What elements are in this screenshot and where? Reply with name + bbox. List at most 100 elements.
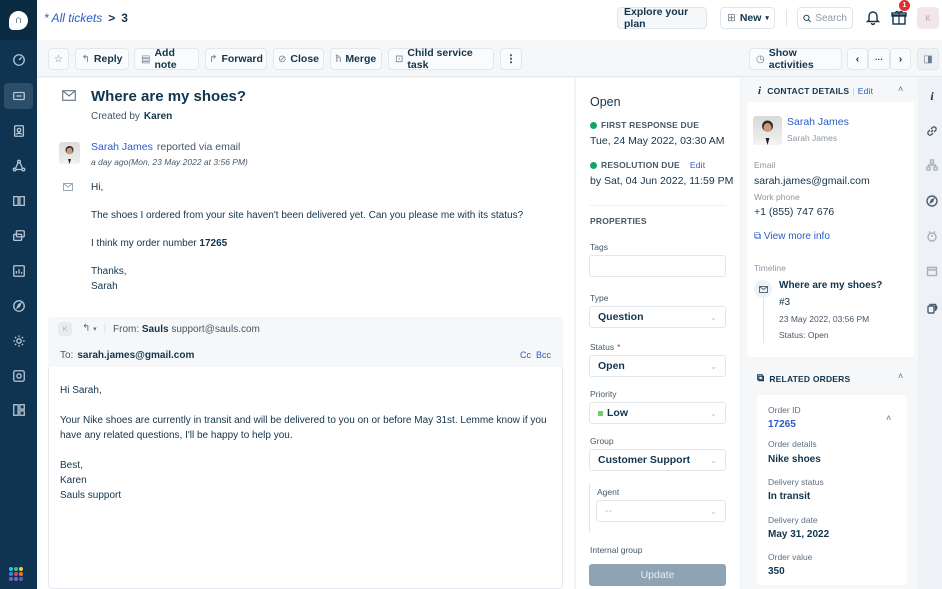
prev-ticket-button[interactable]: ‹ <box>847 48 868 70</box>
breadcrumb-separator: > <box>108 11 116 25</box>
reply-team: Sauls support <box>60 490 122 501</box>
message-order-line: I think my order number 17265 <box>91 238 227 249</box>
email-source-icon <box>63 183 73 191</box>
add-note-button[interactable]: ▤ Add note <box>134 47 199 71</box>
new-button[interactable]: ⊞ New ▾ <box>720 7 775 29</box>
search-placeholder: Search <box>815 12 847 24</box>
update-button[interactable]: Update <box>589 564 726 586</box>
timeline-label: Timeline <box>754 263 786 273</box>
group-select[interactable]: Customer Support ⌄ <box>589 449 726 471</box>
explore-plan-button[interactable]: Explore your plan <box>617 6 707 30</box>
breadcrumb-all-tickets[interactable]: * All tickets <box>44 11 102 25</box>
from-field[interactable]: From: Sauls support@sauls.com <box>113 324 260 335</box>
report-icon <box>12 265 25 277</box>
bcc-link[interactable]: Bcc <box>536 350 551 360</box>
cc-link[interactable]: Cc <box>520 350 531 360</box>
nav-discover[interactable] <box>4 293 33 319</box>
nav-contacts[interactable] <box>4 118 33 144</box>
plus-box-icon: ⊞ <box>727 12 736 24</box>
nav-reports[interactable] <box>4 258 33 284</box>
timer-icon[interactable] <box>925 229 939 243</box>
nav-conversations[interactable] <box>4 223 33 249</box>
forward-button[interactable]: ↱ Forward <box>205 48 267 70</box>
merge-button[interactable]: ħ Merge <box>330 48 382 70</box>
type-select[interactable]: Question ⌄ <box>589 306 726 328</box>
resolution-edit-link[interactable]: Edit <box>690 160 705 170</box>
chevron-up-icon[interactable]: ˄ <box>886 413 891 423</box>
timeline-ticket-title[interactable]: Where are my shoes? <box>779 280 882 291</box>
contact-subname: Sarah James <box>787 133 838 143</box>
hierarchy-icon[interactable] <box>925 158 939 172</box>
agent-avatar: K <box>58 322 72 336</box>
nav-dashboard[interactable] <box>4 47 33 73</box>
orders-app-icon[interactable] <box>925 301 939 315</box>
chevron-up-icon[interactable]: ˄ <box>898 84 903 94</box>
chevron-down-icon: ▾ <box>93 326 97 333</box>
app-switcher[interactable] <box>9 567 23 581</box>
user-avatar[interactable]: K <box>917 7 939 29</box>
search-input[interactable]: Search <box>797 7 853 29</box>
reply-button[interactable]: ↰ Reply <box>75 48 129 70</box>
chevron-down-icon: ⌄ <box>710 361 717 371</box>
reporter-line: Sarah James reported via email <box>91 141 240 153</box>
apps-dot <box>9 577 13 581</box>
delivery-status-label: Delivery status <box>768 477 824 487</box>
nav-solutions[interactable] <box>4 188 33 214</box>
contact-name[interactable]: Sarah James <box>787 116 849 128</box>
toggle-sidebar-button[interactable]: ◨ <box>917 48 939 70</box>
nav-assets[interactable] <box>4 153 33 179</box>
view-more-info-link[interactable]: ⧉ View more info <box>754 231 830 242</box>
info-icon[interactable]: i <box>925 89 939 103</box>
explore-plan-label: Explore your plan <box>624 6 689 30</box>
link-icon[interactable] <box>925 124 939 138</box>
status-label-text: Status <box>590 342 615 352</box>
layout-icon <box>12 404 25 416</box>
compass-chat-icon[interactable] <box>925 194 939 208</box>
show-activities-button[interactable]: ◷ Show activities <box>749 47 842 71</box>
new-label: New <box>739 12 762 24</box>
child-service-task-button[interactable]: ⊡ Child service task <box>388 47 494 71</box>
delivery-status: In transit <box>768 491 811 502</box>
created-by-name: Karen <box>143 111 173 122</box>
to-field[interactable]: To: sarah.james@gmail.com <box>60 350 194 361</box>
status-select[interactable]: Open ⌄ <box>589 355 726 377</box>
timeline-ticket-number: #3 <box>779 297 791 308</box>
ticket-icon <box>12 91 25 101</box>
order-id[interactable]: 17265 <box>768 419 796 430</box>
apps-dot <box>14 567 18 571</box>
forward-label: Forward <box>221 53 263 65</box>
star-button[interactable]: ☆ <box>48 48 69 70</box>
calendar-icon[interactable] <box>925 264 939 278</box>
reporter-name[interactable]: Sarah James <box>91 141 153 153</box>
priority-label: Priority <box>590 389 617 399</box>
message-signature: Sarah <box>91 281 118 292</box>
app-logo[interactable]: ∩ <box>0 0 37 40</box>
ticket-list-button[interactable]: ··· <box>868 48 890 70</box>
chevron-up-icon[interactable]: ˄ <box>898 371 903 381</box>
next-ticket-button[interactable]: › <box>890 48 911 70</box>
notification-badge: 1 <box>899 0 910 11</box>
nav-admin[interactable] <box>4 328 33 354</box>
view-more-label: View more info <box>763 231 830 242</box>
bell-icon[interactable] <box>864 8 882 26</box>
note-icon: ▤ <box>141 53 151 65</box>
nav-marketplace[interactable] <box>4 363 33 389</box>
reply-greeting: Hi Sarah, <box>60 385 102 396</box>
order-details: Nike shoes <box>768 454 821 465</box>
priority-select[interactable]: Low ⌄ <box>589 402 726 424</box>
required-marker: * <box>617 342 621 352</box>
add-note-label: Add note <box>154 47 177 71</box>
nav-layouts[interactable] <box>4 397 33 423</box>
agent-select[interactable]: -- ⌄ <box>596 500 726 522</box>
contact-edit-link[interactable]: Edit <box>858 86 873 96</box>
book-icon <box>12 195 25 207</box>
related-orders-header[interactable]: ⧉ RELATED ORDERS <box>757 373 850 384</box>
more-actions-button[interactable]: ⋮ <box>500 48 522 70</box>
reply-type-dropdown[interactable]: ↰ ▾ | <box>82 323 106 334</box>
tags-input[interactable] <box>589 255 726 277</box>
reply-icon: ↰ <box>81 53 90 65</box>
nav-tickets[interactable] <box>4 83 33 109</box>
close-button[interactable]: ⊘ Close <box>273 48 324 70</box>
resolution-date: by Sat, 04 Jun 2022, 11:59 PM <box>590 175 734 187</box>
order-value-label: Order value <box>768 552 813 562</box>
